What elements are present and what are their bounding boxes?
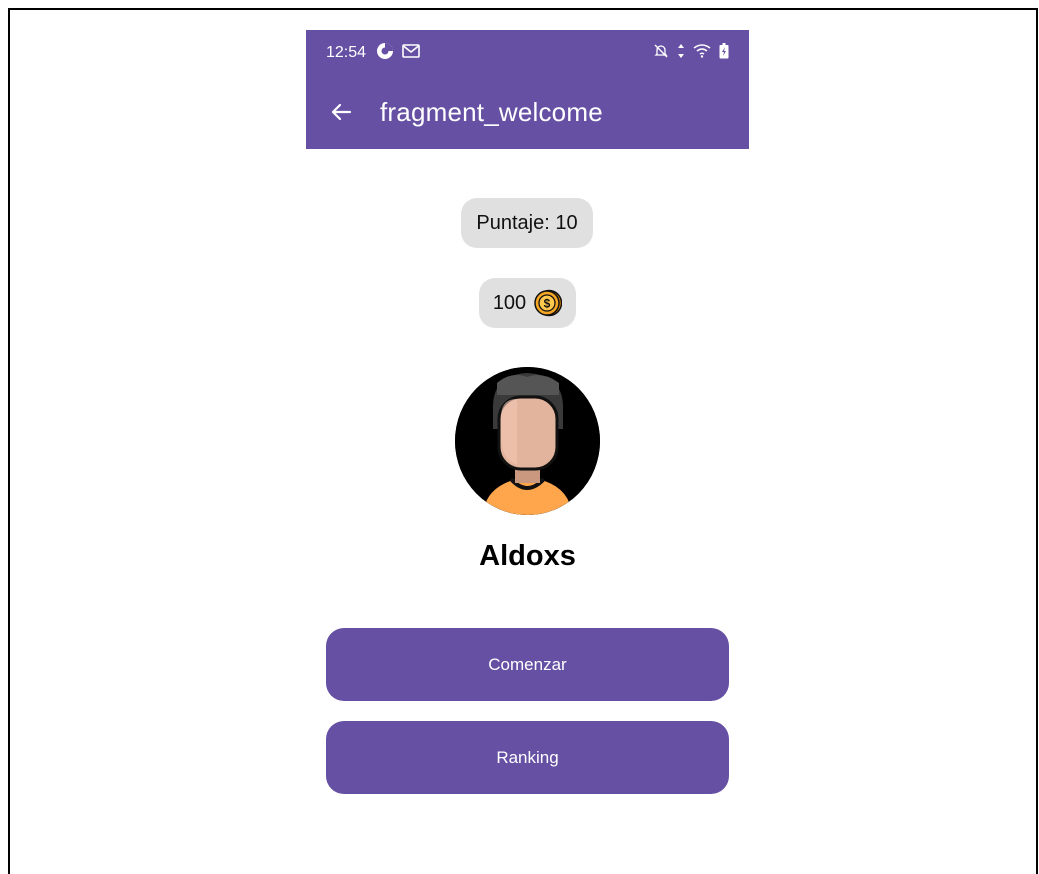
coins-badge: 100 $ — [479, 278, 576, 328]
status-bar: 12:54 — [306, 30, 749, 76]
ranking-button[interactable]: Ranking — [326, 721, 729, 794]
svg-text:$: $ — [544, 297, 551, 311]
arrow-back-icon[interactable] — [328, 99, 354, 125]
status-time: 12:54 — [326, 44, 367, 61]
toolbar: fragment_welcome — [306, 90, 749, 134]
toolbar-title: fragment_welcome — [380, 96, 603, 127]
app-notification-icon — [376, 42, 394, 65]
coin-icon: $ — [534, 289, 563, 317]
coins-value: 100 — [492, 291, 527, 314]
user-avatar-icon — [455, 367, 600, 515]
mute-icon — [653, 43, 669, 64]
gmail-icon — [402, 43, 420, 64]
wifi-icon — [693, 43, 711, 63]
battery-icon — [719, 42, 729, 64]
app-bar: 12:54 fragment_welcome — [306, 30, 749, 149]
username: Aldoxs — [479, 540, 576, 572]
start-button[interactable]: Comenzar — [326, 628, 729, 701]
status-right-icons — [653, 42, 729, 64]
score-label: Puntaje: 10 — [476, 211, 578, 234]
score-badge: Puntaje: 10 — [461, 198, 593, 248]
data-arrows-icon — [677, 43, 685, 64]
